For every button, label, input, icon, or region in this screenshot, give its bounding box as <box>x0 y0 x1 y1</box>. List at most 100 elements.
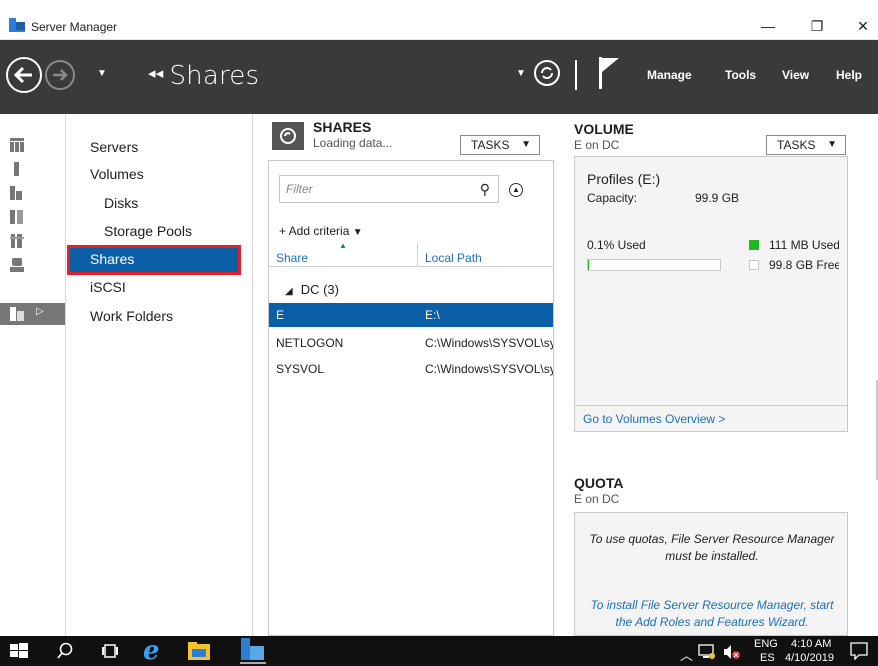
keyboard-layout[interactable]: ES <box>760 652 775 664</box>
search-icon[interactable]: ⚲ <box>480 176 490 202</box>
column-divider[interactable] <box>417 243 418 267</box>
file-storage-services-active[interactable]: ▷ <box>0 303 65 325</box>
nav-item-iscsi[interactable]: iSCSI <box>90 279 126 295</box>
ad-ds-icon[interactable] <box>10 210 24 224</box>
back-button[interactable] <box>6 57 42 93</box>
share-name: NETLOGON <box>276 336 344 350</box>
expand-arrow-icon: ▷ <box>36 306 44 317</box>
volume-tile: Profiles (E:) Capacity: 99.9 GB 0.1% Use… <box>574 156 848 432</box>
file-services-nav: Servers Volumes Disks Storage Pools Shar… <box>67 114 253 636</box>
history-dropdown-icon[interactable]: ▼ <box>97 68 107 79</box>
internet-explorer-icon[interactable]: e <box>140 638 168 662</box>
capacity-label: Capacity: <box>587 191 638 205</box>
dns-icon[interactable] <box>10 234 24 248</box>
all-servers-icon[interactable] <box>10 186 24 200</box>
quota-tile: To use quotas, File Server Resource Mana… <box>574 512 848 636</box>
share-name: E <box>276 308 285 322</box>
capacity-value: 99.9 GB <box>695 191 740 205</box>
shares-tasks-button[interactable]: TASKS ▼ <box>460 135 540 155</box>
view-menu[interactable]: View <box>782 68 809 82</box>
breadcrumb: ◂◂ Shares <box>148 61 259 91</box>
chevron-down-icon: ▼ <box>521 139 531 150</box>
filter-input[interactable]: Filter ⚲ <box>279 175 499 203</box>
install-fsrm-link[interactable]: To install File Server Resource Manager,… <box>585 597 839 631</box>
free-legend: 99.8 GB Free <box>769 258 839 272</box>
volumes-overview-link[interactable]: Go to Volumes Overview > <box>583 412 725 426</box>
forward-button[interactable] <box>45 60 75 90</box>
close-button[interactable]: ✕ <box>848 15 878 37</box>
free-legend-swatch <box>749 260 759 270</box>
start-button-icon[interactable] <box>10 641 28 661</box>
nav-item-disks[interactable]: Disks <box>104 195 138 211</box>
file-explorer-icon[interactable] <box>187 641 211 661</box>
help-menu[interactable]: Help <box>836 68 862 82</box>
volume-title: VOLUME <box>574 121 634 137</box>
volume-muted-icon[interactable] <box>722 644 742 660</box>
volume-subtitle: E on DC <box>574 138 620 152</box>
collapse-filter-icon[interactable]: ▲ <box>509 183 523 197</box>
share-path: C:\Windows\SYSVOL\sysvol <box>425 362 553 376</box>
language-indicator[interactable]: ENG <box>754 638 778 650</box>
file-storage-icon[interactable] <box>10 258 24 272</box>
dashboard-icon[interactable] <box>10 138 24 152</box>
clock-date[interactable]: 4/10/2019 <box>785 652 834 664</box>
breadcrumb-arrow-icon: ◂◂ <box>148 64 164 82</box>
restore-button[interactable]: ❐ <box>802 15 832 37</box>
file-storage-services-icon <box>10 307 24 321</box>
nav-item-work-folders[interactable]: Work Folders <box>90 308 173 324</box>
volume-tasks-button[interactable]: TASKS ▼ <box>766 135 846 155</box>
quota-title: QUOTA <box>574 475 624 491</box>
nav-item-servers[interactable]: Servers <box>90 139 138 155</box>
refresh-dropdown-icon[interactable]: ▼ <box>516 68 526 79</box>
notifications-flag-icon[interactable] <box>598 56 620 90</box>
tools-menu[interactable]: Tools <box>725 68 756 82</box>
server-manager-taskbar-icon[interactable] <box>240 638 266 664</box>
clock-time[interactable]: 4:10 AM <box>791 638 831 650</box>
breadcrumb-current: Shares <box>169 61 260 91</box>
network-icon[interactable] <box>698 644 716 660</box>
table-row[interactable]: NETLOGON C:\Windows\SYSVOL\sysvol\ <box>269 331 553 355</box>
usage-bar <box>587 259 721 271</box>
local-server-icon[interactable] <box>10 162 24 176</box>
table-row[interactable]: E E:\ <box>269 303 553 327</box>
group-header[interactable]: ◢ DC (3) <box>285 282 339 297</box>
quota-message: To use quotas, File Server Resource Mana… <box>589 532 835 563</box>
nav-item-shares[interactable]: Shares <box>67 245 241 275</box>
header-separator <box>575 60 577 90</box>
refresh-icon[interactable] <box>532 58 562 88</box>
used-legend: 111 MB Used <box>769 238 839 252</box>
share-name: SYSVOL <box>276 362 325 376</box>
chevron-down-icon: ▼ <box>827 139 837 150</box>
column-header-share[interactable]: Share <box>276 251 308 265</box>
window-title: Server Manager <box>31 20 118 34</box>
app-header: ▼ ◂◂ Shares ▼ Manage Tools View Help <box>0 40 878 114</box>
taskbar: e ︿ ENG ES 4:10 AM 4/10/2019 <box>0 636 878 666</box>
share-path: C:\Windows\SYSVOL\sysvol\ <box>425 336 553 350</box>
table-row[interactable]: SYSVOL C:\Windows\SYSVOL\sysvol <box>269 357 553 381</box>
window-titlebar: Server Manager — ❐ ✕ <box>0 0 878 40</box>
task-view-icon[interactable] <box>100 641 120 661</box>
server-manager-icon <box>9 18 25 32</box>
shares-list: Filter ⚲ ▲ + Add criteria ▼ ▲ Share Loca… <box>268 160 554 636</box>
used-percent: 0.1% Used <box>587 238 646 252</box>
search-icon[interactable] <box>56 641 74 661</box>
usage-bar-fill <box>588 260 590 270</box>
vertical-scrollbar[interactable] <box>862 114 878 636</box>
volume-footer: Go to Volumes Overview > <box>575 405 847 431</box>
nav-item-shares-label: Shares <box>90 251 135 267</box>
tray-overflow-icon[interactable]: ︿ <box>680 645 693 664</box>
nav-item-storage-pools[interactable]: Storage Pools <box>104 223 192 239</box>
minimize-button[interactable]: — <box>753 15 783 37</box>
add-criteria-button[interactable]: + Add criteria ▼ <box>279 224 363 238</box>
notification-center-icon[interactable] <box>850 642 868 660</box>
manage-menu[interactable]: Manage <box>647 68 692 82</box>
add-criteria-label: + Add criteria <box>279 224 350 238</box>
shares-tile-icon <box>272 122 304 150</box>
add-criteria-dropdown-icon: ▼ <box>352 227 363 238</box>
volume-tasks-label: TASKS <box>777 138 816 152</box>
nav-item-volumes[interactable]: Volumes <box>90 166 144 182</box>
column-header-local-path[interactable]: Local Path <box>425 251 482 265</box>
sort-ascending-icon: ▲ <box>339 241 347 250</box>
share-path: E:\ <box>425 308 440 322</box>
forward-arrow-icon <box>53 69 68 81</box>
